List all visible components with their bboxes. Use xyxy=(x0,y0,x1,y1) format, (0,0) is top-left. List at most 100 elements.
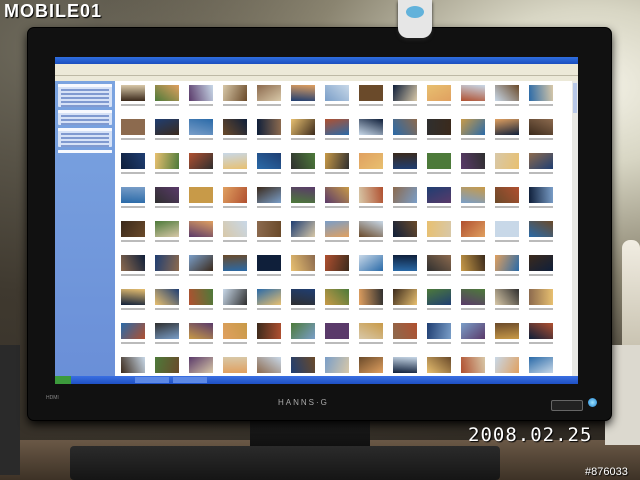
photo-thumbnail[interactable] xyxy=(223,187,247,203)
photo-thumbnail[interactable] xyxy=(393,255,417,271)
photo-thumbnail[interactable] xyxy=(495,357,519,373)
photo-thumbnail[interactable] xyxy=(359,85,383,101)
photo-thumbnail[interactable] xyxy=(223,289,247,305)
photo-thumbnail[interactable] xyxy=(155,119,179,135)
photo-thumbnail[interactable] xyxy=(529,289,553,305)
photo-thumbnail[interactable] xyxy=(359,153,383,169)
photo-thumbnail[interactable] xyxy=(461,187,485,203)
photo-thumbnail[interactable] xyxy=(291,289,315,305)
photo-thumbnail[interactable] xyxy=(393,187,417,203)
photo-thumbnail[interactable] xyxy=(121,255,145,271)
photo-thumbnail[interactable] xyxy=(291,153,315,169)
photo-thumbnail[interactable] xyxy=(393,357,417,373)
photo-thumbnail[interactable] xyxy=(427,255,451,271)
photo-thumbnail[interactable] xyxy=(529,221,553,237)
photo-thumbnail[interactable] xyxy=(427,119,451,135)
photo-thumbnail[interactable] xyxy=(189,357,213,373)
photo-thumbnail[interactable] xyxy=(223,323,247,339)
photo-thumbnail[interactable] xyxy=(155,357,179,373)
photo-thumbnail[interactable] xyxy=(223,119,247,135)
photo-thumbnail[interactable] xyxy=(189,255,213,271)
photo-thumbnail[interactable] xyxy=(529,153,553,169)
photo-thumbnail[interactable] xyxy=(529,323,553,339)
photo-thumbnail[interactable] xyxy=(495,153,519,169)
photo-thumbnail[interactable] xyxy=(121,119,145,135)
photo-thumbnail[interactable] xyxy=(155,221,179,237)
photo-thumbnail[interactable] xyxy=(257,221,281,237)
photo-thumbnail[interactable] xyxy=(461,255,485,271)
photo-thumbnail[interactable] xyxy=(189,289,213,305)
photo-thumbnail[interactable] xyxy=(155,85,179,101)
photo-thumbnail[interactable] xyxy=(257,119,281,135)
photo-thumbnail[interactable] xyxy=(461,85,485,101)
photo-thumbnail[interactable] xyxy=(291,221,315,237)
photo-thumbnail[interactable] xyxy=(495,289,519,305)
photo-thumbnail[interactable] xyxy=(461,119,485,135)
photo-thumbnail[interactable] xyxy=(223,85,247,101)
photo-thumbnail[interactable] xyxy=(189,85,213,101)
photo-thumbnail[interactable] xyxy=(257,289,281,305)
photo-thumbnail[interactable] xyxy=(189,119,213,135)
photo-thumbnail[interactable] xyxy=(461,357,485,373)
photo-thumbnail[interactable] xyxy=(223,255,247,271)
photo-thumbnail[interactable] xyxy=(189,153,213,169)
photo-thumbnail[interactable] xyxy=(325,221,349,237)
photo-thumbnail[interactable] xyxy=(495,119,519,135)
photo-thumbnail[interactable] xyxy=(495,187,519,203)
photo-thumbnail[interactable] xyxy=(257,85,281,101)
photo-thumbnail[interactable] xyxy=(291,119,315,135)
photo-thumbnail[interactable] xyxy=(121,323,145,339)
photo-thumbnail[interactable] xyxy=(325,323,349,339)
photo-thumbnail[interactable] xyxy=(325,119,349,135)
photo-thumbnail[interactable] xyxy=(427,85,451,101)
photo-thumbnail[interactable] xyxy=(359,187,383,203)
photo-thumbnail[interactable] xyxy=(495,221,519,237)
photo-thumbnail[interactable] xyxy=(155,153,179,169)
photo-thumbnail[interactable] xyxy=(359,255,383,271)
photo-thumbnail[interactable] xyxy=(359,221,383,237)
photo-thumbnail[interactable] xyxy=(121,187,145,203)
photo-thumbnail[interactable] xyxy=(121,153,145,169)
photo-thumbnail[interactable] xyxy=(359,289,383,305)
photo-thumbnail[interactable] xyxy=(393,153,417,169)
photo-thumbnail[interactable] xyxy=(155,255,179,271)
photo-thumbnail[interactable] xyxy=(359,119,383,135)
photo-thumbnail[interactable] xyxy=(189,323,213,339)
photo-thumbnail[interactable] xyxy=(155,289,179,305)
photo-thumbnail[interactable] xyxy=(393,289,417,305)
taskbar-item[interactable] xyxy=(135,377,169,383)
photo-thumbnail[interactable] xyxy=(427,289,451,305)
photo-thumbnail[interactable] xyxy=(529,255,553,271)
photo-thumbnail[interactable] xyxy=(121,221,145,237)
photo-thumbnail[interactable] xyxy=(257,357,281,373)
photo-thumbnail[interactable] xyxy=(393,119,417,135)
photo-thumbnail[interactable] xyxy=(393,323,417,339)
photo-thumbnail[interactable] xyxy=(121,85,145,101)
photo-thumbnail[interactable] xyxy=(325,289,349,305)
photo-thumbnail[interactable] xyxy=(189,187,213,203)
photo-thumbnail[interactable] xyxy=(291,323,315,339)
photo-thumbnail[interactable] xyxy=(257,187,281,203)
photo-thumbnail[interactable] xyxy=(461,153,485,169)
photo-thumbnail[interactable] xyxy=(223,153,247,169)
photo-thumbnail[interactable] xyxy=(427,187,451,203)
photo-thumbnail[interactable] xyxy=(529,187,553,203)
photo-thumbnail[interactable] xyxy=(495,85,519,101)
photo-thumbnail[interactable] xyxy=(359,323,383,339)
photo-thumbnail[interactable] xyxy=(359,357,383,373)
photo-thumbnail[interactable] xyxy=(223,221,247,237)
photo-thumbnail[interactable] xyxy=(427,323,451,339)
photo-thumbnail[interactable] xyxy=(461,323,485,339)
photo-thumbnail[interactable] xyxy=(325,187,349,203)
photo-thumbnail[interactable] xyxy=(291,85,315,101)
photo-thumbnail[interactable] xyxy=(155,187,179,203)
power-button-icon[interactable] xyxy=(588,398,597,407)
photo-thumbnail[interactable] xyxy=(257,153,281,169)
start-button[interactable] xyxy=(55,376,71,384)
photo-thumbnail[interactable] xyxy=(495,255,519,271)
scrollbar-thumb[interactable] xyxy=(573,83,577,113)
photo-thumbnail[interactable] xyxy=(121,357,145,373)
photo-thumbnail[interactable] xyxy=(155,323,179,339)
photo-thumbnail[interactable] xyxy=(393,85,417,101)
photo-thumbnail[interactable] xyxy=(325,255,349,271)
